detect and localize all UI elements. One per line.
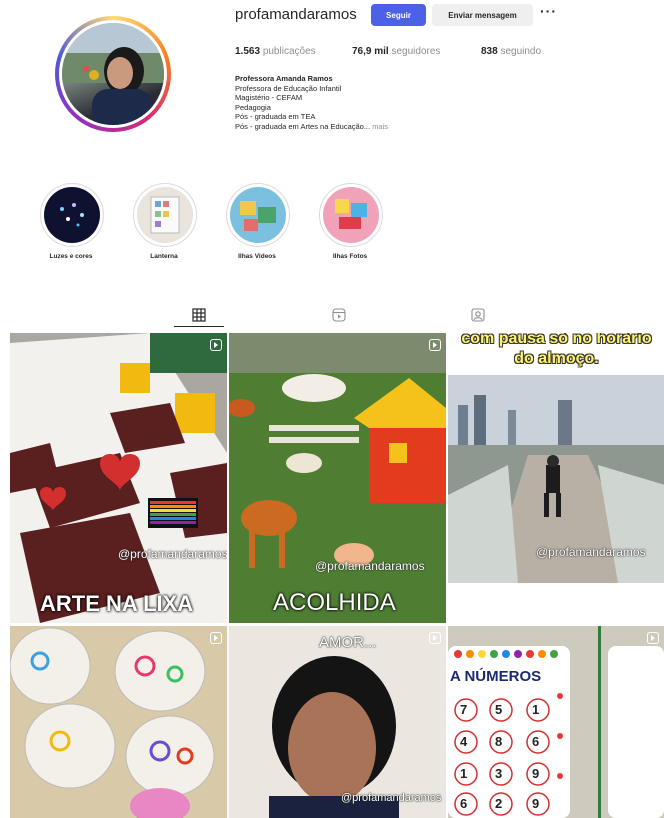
grid-number: 4 [460, 734, 468, 749]
reel-indicator-icon [429, 339, 441, 351]
send-message-button[interactable]: Enviar mensagem [432, 4, 533, 26]
grid-number: 6 [532, 734, 540, 749]
post-caption: ARTE NA LIXA [40, 591, 194, 616]
follow-button[interactable]: Seguir [371, 4, 426, 26]
reel-indicator-icon [429, 632, 441, 644]
grid-number: 7 [460, 702, 468, 717]
active-tab-indicator [174, 326, 224, 327]
post-tile[interactable]: AMOR... @profamandaramos [229, 626, 446, 818]
bio-line: Magistério - CEFAM [235, 93, 303, 102]
reel-indicator-icon [210, 632, 222, 644]
post-top-text: A NÚMEROS [450, 668, 542, 685]
grid-number: 3 [495, 766, 503, 781]
followers-stat[interactable]: 76,9 mil seguidores [352, 46, 440, 57]
highlight-label: Ilhas Fotos [332, 253, 368, 260]
tagged-icon[interactable] [471, 308, 485, 322]
reel-indicator-icon [647, 632, 659, 644]
grid-number: 5 [495, 702, 503, 717]
grid-number: 1 [460, 766, 468, 781]
grid-number: 9 [532, 766, 540, 781]
profile-avatar[interactable] [55, 16, 171, 132]
grid-number: 6 [460, 796, 468, 811]
grid-number: 8 [495, 734, 503, 749]
bio-line: Pós - graduada em Artes na Educação... [235, 121, 371, 131]
grid-number: 2 [495, 796, 503, 811]
highlight-lanterna[interactable] [133, 183, 197, 247]
grid-number: 1 [532, 702, 540, 717]
post-top-text: AMOR... [319, 634, 377, 651]
avatar-photo [62, 23, 164, 125]
post-tile[interactable]: @profamandaramos ARTE NA LIXA [10, 333, 227, 623]
highlight-label: Lanterna [150, 253, 178, 260]
highlight-luzes-e-cores[interactable] [40, 183, 104, 247]
bio-line: Pós - graduada em TEA [235, 112, 316, 121]
post-tile[interactable]: A NÚMEROS 7 5 1 4 8 6 1 3 9 6 2 9 [448, 626, 664, 818]
posts-count-stat: 1.563 publicações [235, 46, 316, 57]
profile-bio: Professora Amanda Ramos Professora de Ed… [235, 74, 388, 131]
highlight-ilhas-fotos[interactable] [319, 183, 383, 247]
reel-indicator-icon [648, 353, 660, 365]
grid-icon[interactable] [192, 308, 206, 322]
bio-line: Professora de Educação Infantil [235, 83, 342, 93]
post-watermark: @profamandaramos [536, 545, 646, 559]
highlight-ilhas-videos[interactable] [226, 183, 290, 247]
post-top-text: do almoço. [514, 350, 599, 367]
bio-line: Pedagogia [235, 102, 271, 112]
reels-icon[interactable] [332, 308, 346, 322]
bio-name: Professora Amanda Ramos [235, 74, 333, 83]
bio-more-link[interactable]: mais [372, 122, 388, 131]
post-tile[interactable]: @profamandaramos ACOLHIDA [229, 333, 446, 623]
reel-indicator-icon [210, 339, 222, 351]
post-watermark: @profamandaramos [118, 547, 227, 561]
post-watermark: @profamandaramos [315, 559, 425, 573]
post-tile[interactable]: com pausa só no horário do almoço. @prof… [448, 333, 664, 623]
post-caption: ACOLHIDA [273, 589, 396, 616]
profile-username: profamandaramos [235, 6, 357, 23]
highlight-label: Ilhas Videos [238, 253, 276, 260]
post-watermark: @profamandaramos [341, 792, 442, 804]
more-options-icon[interactable]: ··· [540, 3, 557, 19]
post-top-text: com pausa só no horário [461, 333, 652, 347]
highlight-label: Luzes e cores [49, 253, 93, 260]
post-tile[interactable] [10, 626, 227, 818]
grid-number: 9 [532, 796, 540, 811]
following-stat[interactable]: 838 seguindo [481, 46, 541, 57]
